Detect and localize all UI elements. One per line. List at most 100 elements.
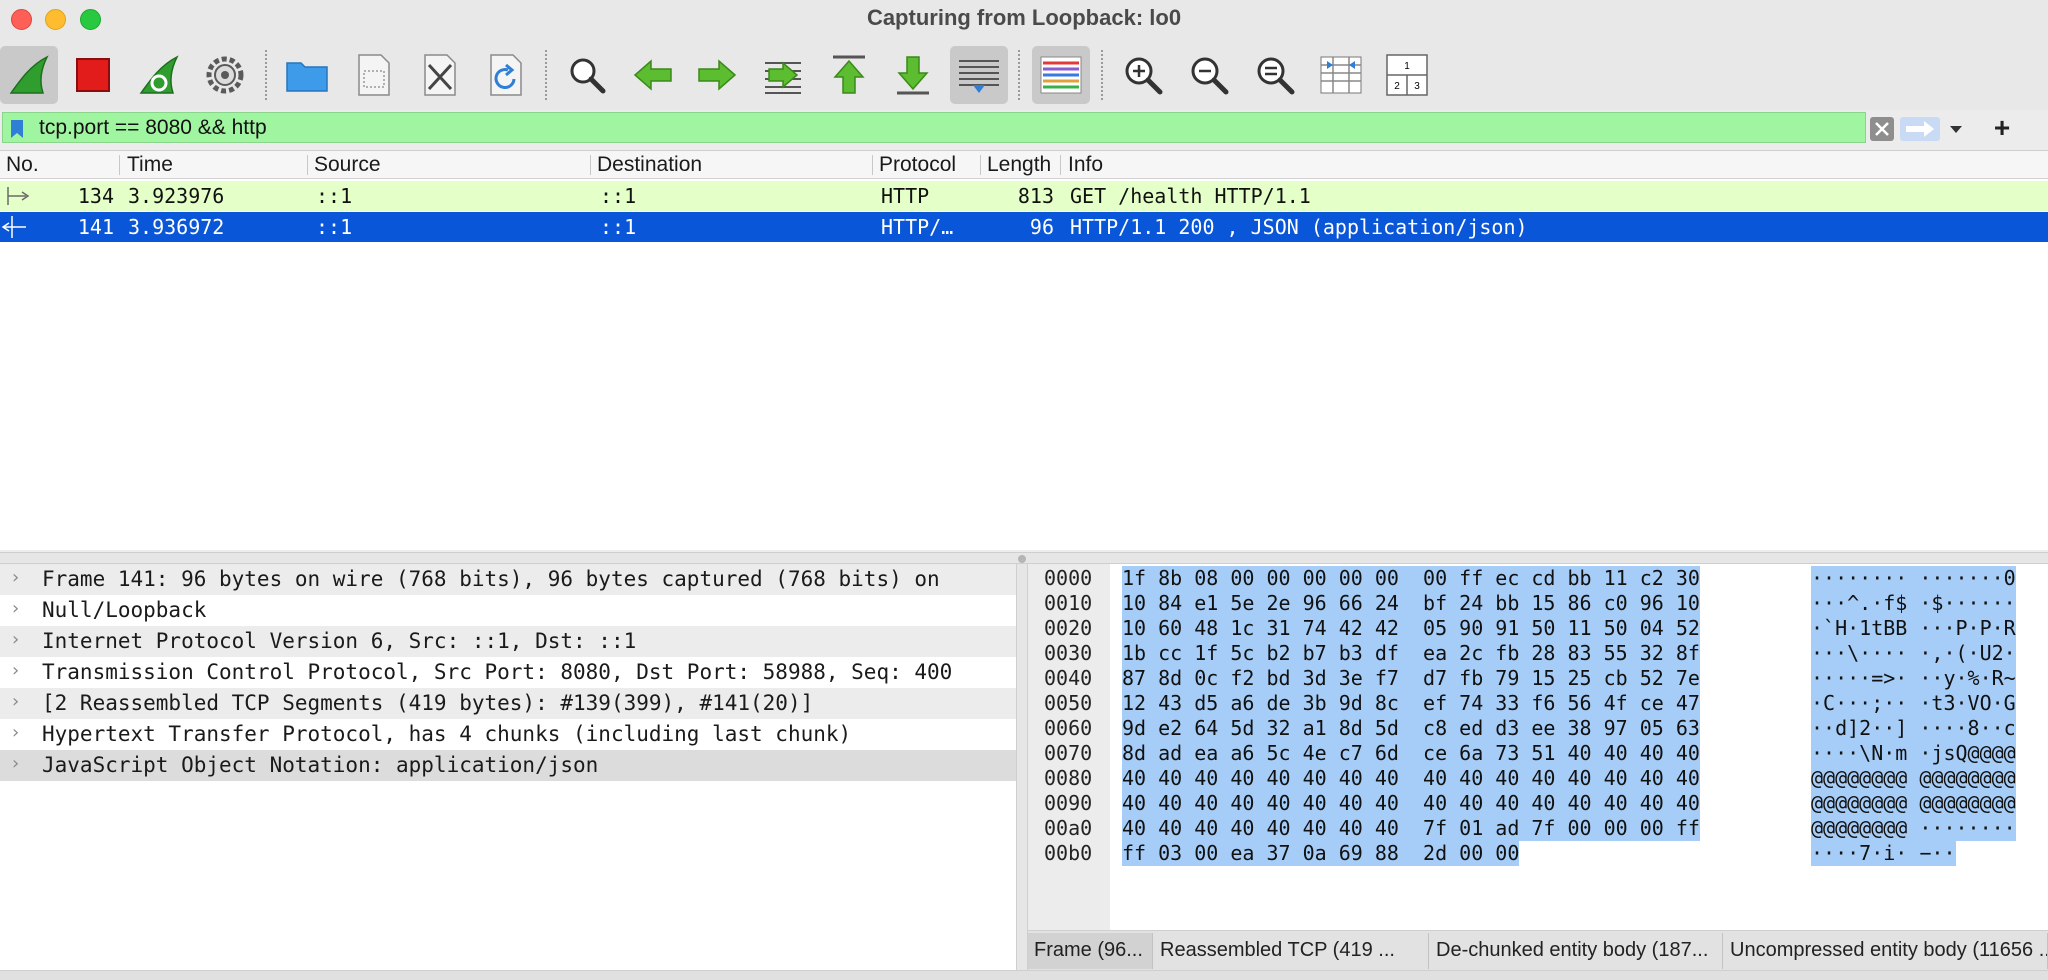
hex-bytes[interactable]: 12 43 d5 a6 de 3b 9d 8c ef 74 33 f6 56 4… (1122, 691, 1700, 716)
detail-tree-item-selected[interactable]: › JavaScript Object Notation: applicatio… (0, 750, 1016, 781)
ascii-bytes[interactable]: @@@@@@@@ ········ (1811, 816, 2016, 841)
auto-scroll-button[interactable] (950, 46, 1008, 104)
hex-bytes[interactable]: 1b cc 1f 5c b2 b7 b3 df ea 2c fb 28 83 5… (1122, 641, 1700, 666)
chevron-right-icon[interactable]: › (12, 567, 19, 588)
ascii-bytes[interactable]: @@@@@@@@ @@@@@@@@ (1811, 766, 2016, 791)
tab-uncompressed-body[interactable]: Uncompressed entity body (11656 ... (1724, 933, 2048, 969)
zoom-out-button[interactable] (1180, 46, 1238, 104)
packet-row[interactable]: 134 3.923976 ::1 ::1 HTTP 813 GET /healt… (0, 181, 2048, 211)
bookmark-icon[interactable] (9, 119, 25, 139)
bytes-row[interactable]: 0050 12 43 d5 a6 de 3b 9d 8c ef 74 33 f6 … (1028, 691, 2048, 716)
apply-filter-arrow-icon[interactable] (1900, 117, 1940, 141)
open-file-button[interactable] (278, 46, 336, 104)
column-header-source[interactable]: Source (314, 153, 584, 177)
hex-bytes[interactable]: 1f 8b 08 00 00 00 00 00 00 ff ec cd bb 1… (1122, 566, 1700, 591)
column-divider[interactable] (590, 155, 591, 175)
first-packet-button[interactable] (820, 46, 878, 104)
restart-capture-button[interactable] (130, 46, 188, 104)
save-file-button[interactable] (344, 46, 402, 104)
ascii-bytes[interactable]: ···\···· ·,·(·U2· (1811, 641, 2016, 666)
ascii-bytes[interactable]: ··d]2··] ····8··c (1811, 716, 2016, 741)
chevron-right-icon[interactable]: › (12, 598, 19, 619)
reload-file-button[interactable] (476, 46, 534, 104)
toolbar-separator (545, 50, 547, 100)
bytes-row[interactable]: 0040 87 8d 0c f2 bd 3d 3e f7 d7 fb 79 15 … (1028, 666, 2048, 691)
hex-bytes[interactable]: 10 60 48 1c 31 74 42 42 05 90 91 50 11 5… (1122, 616, 1700, 641)
ascii-bytes[interactable]: ········ ·······0 (1811, 566, 2016, 591)
hex-bytes[interactable]: 8d ad ea a6 5c 4e c7 6d ce 6a 73 51 40 4… (1122, 741, 1700, 766)
packet-row-selected[interactable]: 141 3.936972 ::1 ::1 HTTP/… 96 HTTP/1.1 … (0, 212, 2048, 242)
hex-bytes[interactable]: 87 8d 0c f2 bd 3d 3e f7 d7 fb 79 15 25 c… (1122, 666, 1700, 691)
start-capture-button[interactable] (0, 46, 58, 104)
horizontal-pane-splitter[interactable] (0, 552, 2048, 564)
chevron-right-icon[interactable]: › (12, 722, 19, 743)
detail-tree-item[interactable]: › Hypertext Transfer Protocol, has 4 chu… (0, 719, 1016, 750)
column-header-destination[interactable]: Destination (597, 153, 867, 177)
last-packet-button[interactable] (884, 46, 942, 104)
colorize-button[interactable] (1032, 46, 1090, 104)
detail-tree-item[interactable]: › Transmission Control Protocol, Src Por… (0, 657, 1016, 688)
go-back-button[interactable] (624, 46, 682, 104)
bytes-row[interactable]: 0020 10 60 48 1c 31 74 42 42 05 90 91 50 … (1028, 616, 2048, 641)
detail-tree-item[interactable]: › Internet Protocol Version 6, Src: ::1,… (0, 626, 1016, 657)
clear-filter-icon[interactable] (1870, 117, 1894, 141)
column-header-length[interactable]: Length (987, 153, 1057, 177)
column-header-protocol[interactable]: Protocol (879, 153, 979, 177)
column-divider[interactable] (872, 155, 873, 175)
hex-bytes[interactable]: 40 40 40 40 40 40 40 40 40 40 40 40 40 4… (1122, 766, 1700, 791)
detail-tree-item[interactable]: › Frame 141: 96 bytes on wire (768 bits)… (0, 564, 1016, 595)
chevron-right-icon[interactable]: › (12, 660, 19, 681)
column-header-info[interactable]: Info (1068, 153, 1268, 177)
chevron-right-icon[interactable]: › (12, 753, 19, 774)
detail-tree-item[interactable]: › Null/Loopback (0, 595, 1016, 626)
column-header-time[interactable]: Time (127, 153, 307, 177)
bytes-row[interactable]: 0010 10 84 e1 5e 2e 96 66 24 bf 24 bb 15 … (1028, 591, 2048, 616)
ascii-bytes[interactable]: ·`H·1tBB ···P·P·R (1811, 616, 2016, 641)
filter-history-chevron-down-icon[interactable] (1944, 116, 1968, 142)
bytes-row[interactable]: 0060 9d e2 64 5d 32 a1 8d 5d c8 ed d3 ee … (1028, 716, 2048, 741)
ascii-bytes[interactable]: ·C···;·· ·t3·VO·G (1811, 691, 2016, 716)
display-filter-input[interactable]: tcp.port == 8080 && http (2, 112, 1866, 143)
ascii-bytes[interactable]: ···^.·f$ ·$······ (1811, 591, 2016, 616)
go-forward-button[interactable] (688, 46, 746, 104)
splitter-handle[interactable] (1018, 555, 1026, 563)
detail-tree-item[interactable]: › [2 Reassembled TCP Segments (419 bytes… (0, 688, 1016, 719)
column-divider[interactable] (1060, 155, 1061, 175)
add-filter-button[interactable]: + (1990, 112, 2014, 144)
find-packet-button[interactable] (558, 46, 616, 104)
tab-dechunked-body[interactable]: De-chunked entity body (187... (1430, 933, 1723, 969)
hex-bytes[interactable]: 40 40 40 40 40 40 40 40 40 40 40 40 40 4… (1122, 791, 1700, 816)
resize-columns-button[interactable] (1312, 46, 1370, 104)
hex-bytes[interactable]: ff 03 00 ea 37 0a 69 88 2d 00 00 (1122, 841, 1520, 866)
ascii-bytes[interactable]: ·····=>· ··y·%·R~ (1811, 666, 2016, 691)
bytes-row[interactable]: 0030 1b cc 1f 5c b2 b7 b3 df ea 2c fb 28 … (1028, 641, 2048, 666)
tab-frame[interactable]: Frame (96... (1028, 933, 1153, 969)
vertical-pane-splitter[interactable] (1016, 564, 1028, 970)
hex-bytes[interactable]: 40 40 40 40 40 40 40 40 7f 01 ad 7f 00 0… (1122, 816, 1700, 841)
layout-button[interactable]: 12 3 (1378, 46, 1436, 104)
bytes-row[interactable]: 0080 40 40 40 40 40 40 40 40 40 40 40 40 … (1028, 766, 2048, 791)
hex-bytes[interactable]: 10 84 e1 5e 2e 96 66 24 bf 24 bb 15 86 c… (1122, 591, 1700, 616)
normal-size-button[interactable] (1246, 46, 1304, 104)
ascii-bytes[interactable]: ····7·i· −·· (1811, 841, 1956, 866)
ascii-bytes[interactable]: ····\N·m ·jsQ@@@@ (1811, 741, 2016, 766)
bytes-row[interactable]: 0000 1f 8b 08 00 00 00 00 00 00 ff ec cd … (1028, 566, 2048, 591)
stop-capture-button[interactable] (64, 46, 122, 104)
tab-reassembled-tcp[interactable]: Reassembled TCP (419 ... (1154, 933, 1429, 969)
zoom-in-button[interactable] (1114, 46, 1172, 104)
column-header-no[interactable]: No. (6, 153, 116, 177)
bytes-row[interactable]: 00a0 40 40 40 40 40 40 40 40 7f 01 ad 7f … (1028, 816, 2048, 841)
bytes-row[interactable]: 0070 8d ad ea a6 5c 4e c7 6d ce 6a 73 51 … (1028, 741, 2048, 766)
ascii-bytes[interactable]: @@@@@@@@ @@@@@@@@ (1811, 791, 2016, 816)
chevron-right-icon[interactable]: › (12, 691, 19, 712)
chevron-right-icon[interactable]: › (12, 629, 19, 650)
column-divider[interactable] (307, 155, 308, 175)
close-file-button[interactable] (410, 46, 468, 104)
hex-bytes[interactable]: 9d e2 64 5d 32 a1 8d 5d c8 ed d3 ee 38 9… (1122, 716, 1700, 741)
go-to-packet-button[interactable] (754, 46, 812, 104)
bytes-row[interactable]: 00b0 ff 03 00 ea 37 0a 69 88 2d 00 00 ····… (1028, 841, 2048, 866)
column-divider[interactable] (980, 155, 981, 175)
bytes-row[interactable]: 0090 40 40 40 40 40 40 40 40 40 40 40 40 … (1028, 791, 2048, 816)
column-divider[interactable] (119, 155, 120, 175)
capture-options-button[interactable] (196, 46, 254, 104)
